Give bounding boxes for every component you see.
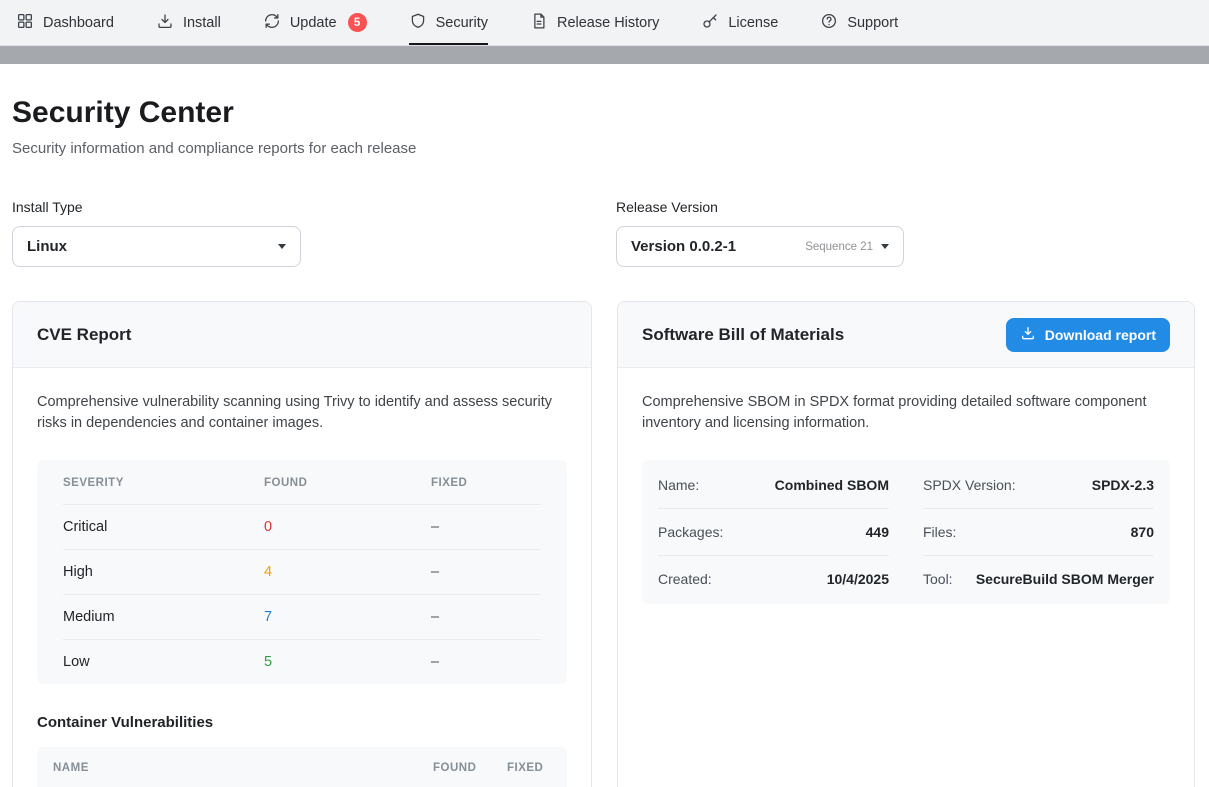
release-version-select[interactable]: Version 0.0.2-1 Sequence 21 [616,226,904,267]
severity-fixed-count: – [431,654,541,670]
page-subtitle: Security information and compliance repo… [12,140,1195,157]
download-icon [1020,325,1036,344]
detail-label: Tool: [923,571,953,587]
detail-label: Packages: [658,524,723,540]
severity-name: High [63,564,264,580]
nav-label: Release History [557,15,659,31]
nav-label: Dashboard [43,15,114,31]
sbom-detail-files: Files: 870 [923,509,1154,556]
nav-label: Security [436,15,488,31]
sbom-header: Software Bill of Materials Download repo… [618,302,1194,368]
detail-value: 870 [1131,524,1154,540]
document-icon [530,12,548,34]
nav-label: Support [847,15,898,31]
refresh-icon [263,12,281,34]
cve-report-title: CVE Report [37,325,131,345]
header-divider-band [0,46,1209,64]
sbom-details-panel: Name: Combined SBOM SPDX Version: SPDX-2… [642,460,1170,604]
nav-item-install[interactable]: Install [156,0,221,45]
detail-value: Combined SBOM [775,477,889,493]
detail-label: Created: [658,571,712,587]
nav-item-license[interactable]: License [701,0,778,45]
nav-item-update[interactable]: Update 5 [263,0,367,45]
update-count-badge: 5 [348,13,367,32]
detail-label: Files: [923,524,956,540]
nav-item-release-history[interactable]: Release History [530,0,659,45]
install-type-select[interactable]: Linux [12,226,301,267]
container-vulnerabilities-title: Container Vulnerabilities [37,714,567,731]
security-center-page: Security Center Security information and… [0,96,1209,787]
release-version-value: Version 0.0.2-1 [631,238,736,255]
severity-name: Medium [63,609,264,625]
col-severity: SEVERITY [63,477,264,489]
install-type-value: Linux [27,238,67,255]
cve-report-description: Comprehensive vulnerability scanning usi… [37,392,557,434]
col-found: FOUND [264,477,431,489]
cve-report-card: CVE Report Comprehensive vulnerability s… [12,301,592,787]
detail-value: SPDX-2.3 [1092,477,1154,493]
sbom-card: Software Bill of Materials Download repo… [617,301,1195,787]
install-type-label: Install Type [12,199,591,215]
severity-fixed-count: – [431,519,541,535]
release-version-label: Release Version [616,199,1195,215]
nav-label: License [728,15,778,31]
col-name: NAME [53,762,433,774]
sbom-detail-created: Created: 10/4/2025 [658,556,889,602]
key-icon [701,12,719,34]
chevron-down-icon [881,244,889,249]
filters-row: Install Type Linux Release Version Versi… [12,199,1195,267]
sbom-detail-tool: Tool: SecureBuild SBOM Merger [923,556,1154,602]
sbom-detail-name: Name: Combined SBOM [658,462,889,509]
detail-value: 449 [866,524,889,540]
severity-table-header: SEVERITY FOUND FIXED [63,460,541,504]
sbom-body: Comprehensive SBOM in SPDX format provid… [618,368,1194,628]
table-row: Medium 7 – [63,594,541,639]
sequence-label: Sequence 21 [805,241,873,253]
download-report-button[interactable]: Download report [1006,318,1170,352]
sbom-detail-packages: Packages: 449 [658,509,889,556]
col-fixed: FIXED [431,477,541,489]
severity-name: Low [63,654,264,670]
table-row: High 4 – [63,549,541,594]
shield-icon [409,12,427,34]
sbom-detail-spdx-version: SPDX Version: SPDX-2.3 [923,462,1154,509]
report-cards: CVE Report Comprehensive vulnerability s… [12,301,1195,787]
sbom-description: Comprehensive SBOM in SPDX format provid… [642,392,1154,434]
severity-found-count: 5 [264,654,431,670]
top-navigation: Dashboard Install Update 5 Security Rele… [0,0,1209,46]
download-icon [156,12,174,34]
detail-value: 10/4/2025 [827,571,889,587]
cve-report-body: Comprehensive vulnerability scanning usi… [13,368,591,787]
container-vulnerabilities-table-header: NAME FOUND FIXED [37,747,567,787]
severity-found-count: 4 [264,564,431,580]
col-fixed: FIXED [507,762,551,774]
nav-label: Install [183,15,221,31]
page-title: Security Center [12,96,1195,130]
table-row: Low 5 – [63,639,541,684]
nav-item-dashboard[interactable]: Dashboard [16,0,114,45]
severity-table: SEVERITY FOUND FIXED Critical 0 – High 4… [37,460,567,684]
severity-name: Critical [63,519,264,535]
severity-found-count: 7 [264,609,431,625]
detail-label: Name: [658,477,699,493]
detail-value: SecureBuild SBOM Merger [976,571,1154,587]
severity-found-count: 0 [264,519,431,535]
nav-label: Update [290,15,337,31]
nav-item-support[interactable]: Support [820,0,898,45]
download-report-label: Download report [1045,327,1156,343]
help-icon [820,12,838,34]
cve-report-header: CVE Report [13,302,591,368]
sbom-title: Software Bill of Materials [642,325,844,345]
severity-fixed-count: – [431,564,541,580]
nav-item-security[interactable]: Security [409,0,488,45]
grid-icon [16,12,34,34]
col-found: FOUND [433,762,507,774]
chevron-down-icon [278,244,286,249]
detail-label: SPDX Version: [923,477,1016,493]
table-row: Critical 0 – [63,504,541,549]
severity-fixed-count: – [431,609,541,625]
